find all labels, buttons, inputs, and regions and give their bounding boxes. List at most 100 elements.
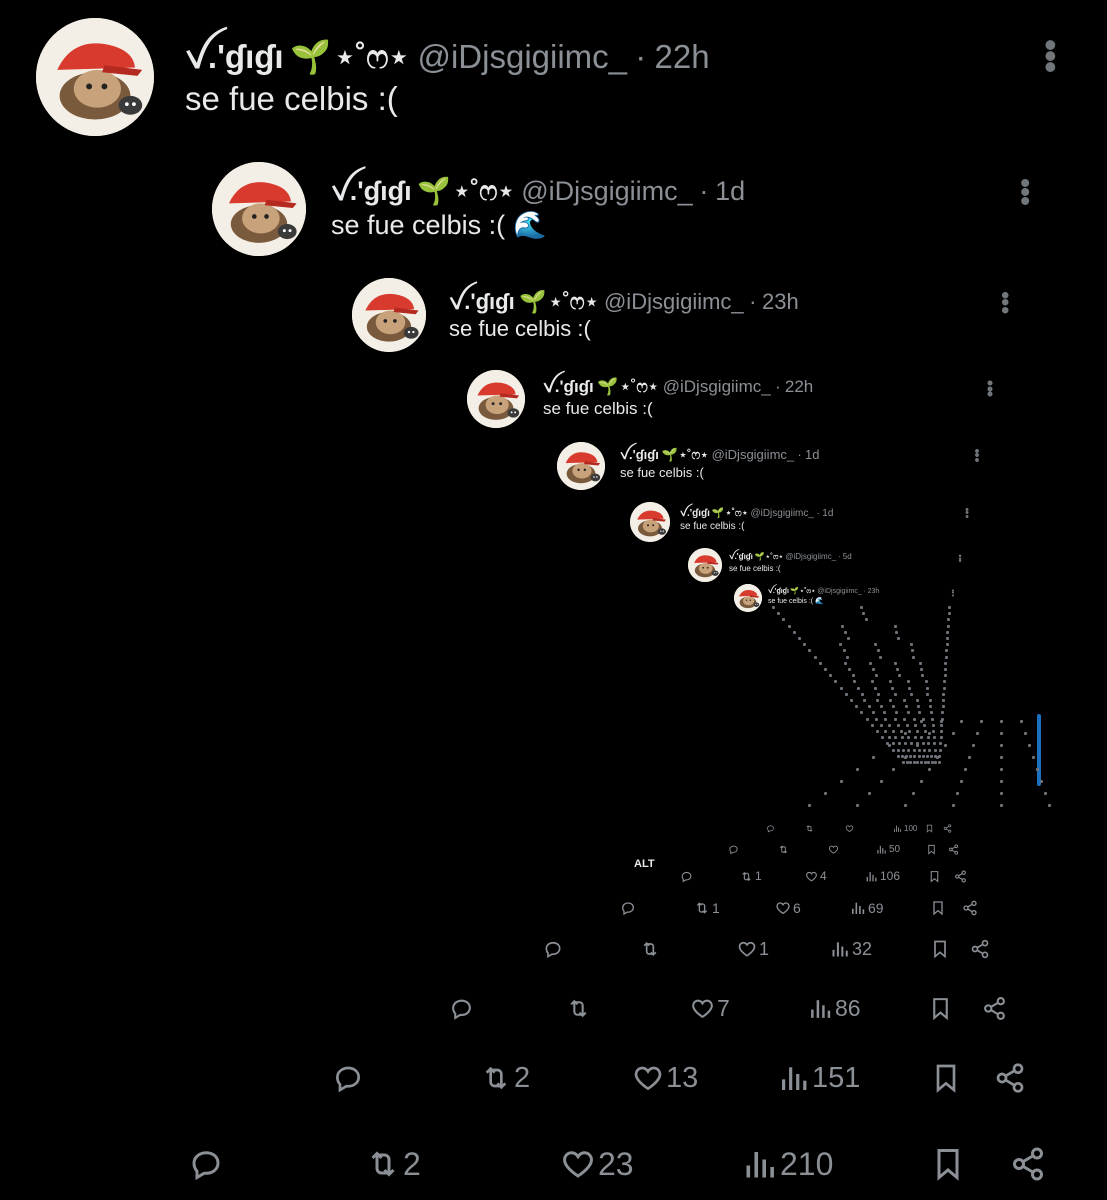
like-button[interactable]: 6 xyxy=(775,900,801,916)
more-icon[interactable]: • • • xyxy=(956,552,964,566)
views-button[interactable]: 69 xyxy=(850,900,884,916)
reply-button[interactable] xyxy=(332,1062,366,1094)
avatar[interactable] xyxy=(212,162,306,256)
timestamp[interactable]: 22h xyxy=(655,38,710,76)
share-button[interactable] xyxy=(994,1062,1026,1094)
bookmark-button[interactable] xyxy=(925,824,934,833)
bookmark-icon xyxy=(925,824,934,833)
share-button[interactable] xyxy=(1010,1146,1046,1182)
views-button[interactable]: 151 xyxy=(778,1062,860,1094)
share-button[interactable] xyxy=(962,900,978,916)
share-button[interactable] xyxy=(970,939,990,959)
retweet-button[interactable]: 1 xyxy=(740,869,762,883)
timestamp[interactable]: 23h xyxy=(762,289,799,315)
tiny-post-mark xyxy=(867,705,871,709)
timestamp[interactable]: 1d xyxy=(805,447,819,462)
reply-button[interactable] xyxy=(766,824,777,833)
more-icon[interactable]: • • • xyxy=(973,445,981,468)
tiny-post-mark xyxy=(889,699,893,702)
bookmark-button[interactable] xyxy=(928,996,953,1021)
avatar[interactable] xyxy=(630,502,670,542)
bookmark-button[interactable] xyxy=(930,1146,966,1182)
bookmark-button[interactable] xyxy=(926,844,937,855)
avatar[interactable] xyxy=(688,548,722,582)
avatar[interactable] xyxy=(36,18,154,136)
more-icon[interactable]: • • • xyxy=(949,587,957,599)
timestamp[interactable]: 5d xyxy=(843,552,852,561)
tiny-action-mark xyxy=(1000,780,1003,783)
views-button[interactable]: 86 xyxy=(808,995,861,1021)
tiny-action-mark xyxy=(1000,732,1003,735)
reply-button[interactable] xyxy=(188,1146,226,1182)
scrollbar[interactable] xyxy=(1037,714,1041,786)
avatar[interactable] xyxy=(557,442,605,490)
retweet-button[interactable]: 2 xyxy=(365,1146,421,1182)
avatar[interactable] xyxy=(467,370,525,428)
timestamp[interactable]: 1d xyxy=(822,508,833,519)
share-button[interactable] xyxy=(948,843,959,855)
like-button[interactable]: 13 xyxy=(632,1062,698,1094)
reply-button[interactable] xyxy=(620,900,638,916)
tiny-post-mark xyxy=(850,699,853,702)
handle[interactable]: @iDjsgigiimc_ xyxy=(417,38,627,76)
tiny-post-mark xyxy=(896,754,900,758)
reply-button[interactable] xyxy=(680,870,695,883)
avatar[interactable] xyxy=(734,584,762,612)
views-button[interactable]: 32 xyxy=(830,939,872,959)
share-button[interactable] xyxy=(943,823,952,833)
retweet-button[interactable]: 1 xyxy=(694,900,720,916)
like-button[interactable]: 1 xyxy=(737,939,769,959)
tiny-post-mark xyxy=(910,643,913,647)
handle[interactable]: @iDjsgigiimc_ xyxy=(817,588,861,595)
reply-button[interactable] xyxy=(543,939,565,959)
reply-button[interactable] xyxy=(728,844,741,855)
more-icon[interactable]: • • • xyxy=(1020,169,1030,216)
alt-badge[interactable]: ALT xyxy=(634,858,655,870)
timestamp[interactable]: 22h xyxy=(785,377,813,397)
tiny-action-mark xyxy=(940,720,943,723)
like-button[interactable]: 4 xyxy=(805,869,827,883)
handle[interactable]: @iDjsgigiimc_ xyxy=(604,289,744,315)
views-button[interactable]: 50 xyxy=(876,844,900,855)
tiny-post-mark xyxy=(839,686,843,690)
bookmark-button[interactable] xyxy=(930,939,950,959)
tiny-action-mark xyxy=(888,744,891,747)
reply-button[interactable] xyxy=(449,996,476,1021)
tiny-post-mark xyxy=(902,748,906,752)
more-icon[interactable]: • • • xyxy=(1044,27,1057,85)
avatar[interactable] xyxy=(352,278,426,352)
retweet-button[interactable]: 2 xyxy=(480,1062,530,1094)
tiny-post-mark xyxy=(876,649,880,653)
handle[interactable]: @iDjsgigiimc_ xyxy=(712,447,795,462)
tiny-post-mark xyxy=(942,686,946,690)
timestamp[interactable]: 23h xyxy=(868,588,880,595)
like-button[interactable] xyxy=(845,824,856,833)
retweet-button[interactable] xyxy=(778,844,791,855)
tiny-action-mark xyxy=(904,732,907,735)
handle[interactable]: @iDjsgigiimc_ xyxy=(663,377,771,397)
bookmark-button[interactable] xyxy=(930,1062,962,1094)
bookmark-button[interactable] xyxy=(928,870,941,883)
tiny-post-mark xyxy=(940,723,944,727)
handle[interactable]: @iDjsgigiimc_ xyxy=(750,508,814,519)
timestamp[interactable]: 1d xyxy=(715,176,745,207)
like-button[interactable]: 23 xyxy=(560,1146,634,1182)
tiny-action-mark xyxy=(1000,768,1003,771)
retweet-button[interactable] xyxy=(805,824,816,833)
share-button[interactable] xyxy=(954,870,967,883)
more-icon[interactable]: • • • xyxy=(986,373,994,403)
handle[interactable]: @iDjsgigiimc_ xyxy=(785,552,836,561)
separator-dot: · xyxy=(816,508,820,519)
retweet-button[interactable] xyxy=(566,996,593,1021)
retweet-button[interactable] xyxy=(640,939,662,959)
bookmark-button[interactable] xyxy=(930,900,946,916)
views-button[interactable]: 210 xyxy=(742,1146,833,1182)
views-button[interactable]: 100 xyxy=(893,824,917,833)
share-button[interactable] xyxy=(982,996,1007,1021)
views-button[interactable]: 106 xyxy=(865,869,900,883)
like-button[interactable] xyxy=(828,844,841,855)
like-button[interactable]: 7 xyxy=(690,995,730,1021)
more-icon[interactable]: • • • xyxy=(963,505,971,522)
handle[interactable]: @iDjsgigiimc_ xyxy=(521,176,692,207)
more-icon[interactable]: • • • xyxy=(1001,284,1009,322)
